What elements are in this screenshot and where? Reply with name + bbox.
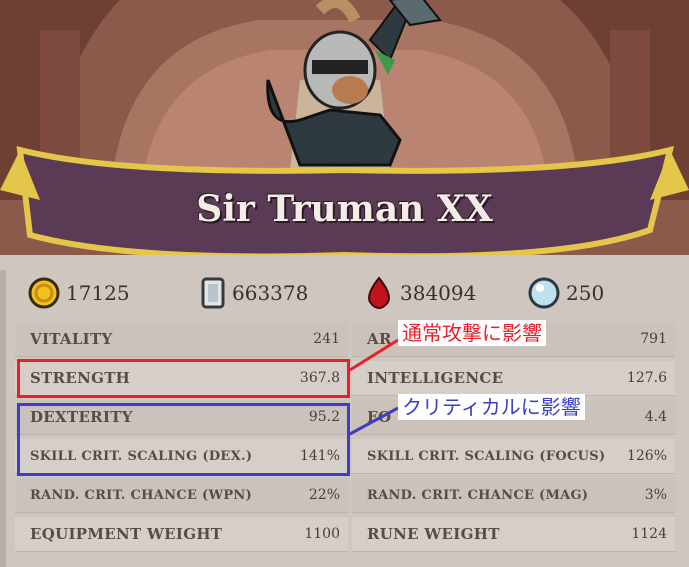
annotation-lines <box>347 338 399 437</box>
red-annotation: 通常攻撃に影響 <box>398 320 546 346</box>
red-pointer-line <box>349 338 399 372</box>
blue-annotation: クリティカルに影響 <box>398 394 585 420</box>
blue-pointer-line <box>347 406 399 437</box>
